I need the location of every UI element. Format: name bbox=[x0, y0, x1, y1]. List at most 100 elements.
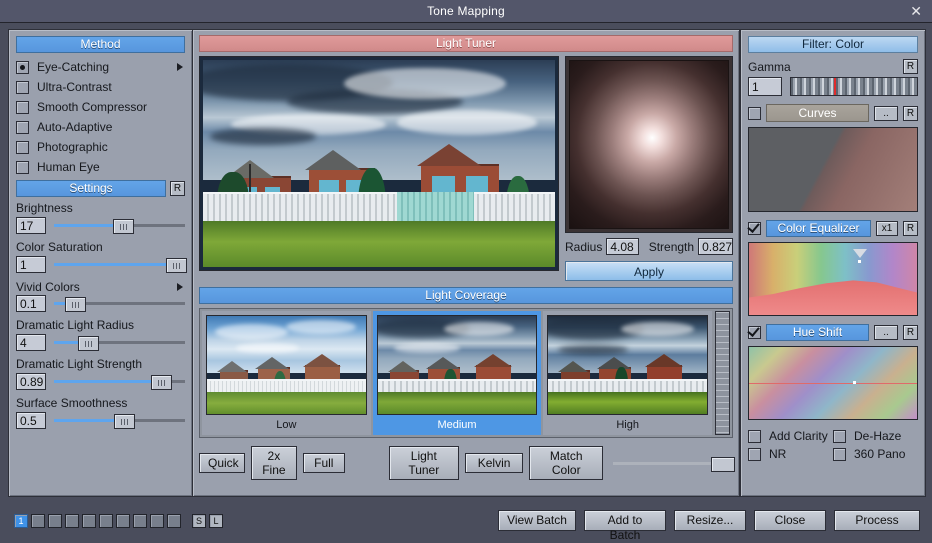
page-box[interactable] bbox=[48, 514, 62, 528]
strength-input[interactable]: 0.827 bbox=[698, 238, 733, 255]
chevron-right-icon[interactable] bbox=[177, 283, 183, 291]
window-body: Method Eye-Catching Ultra-Contrast Smoot… bbox=[0, 23, 932, 501]
curves-graph[interactable] bbox=[748, 127, 918, 212]
page-box[interactable] bbox=[82, 514, 96, 528]
full-button[interactable]: Full bbox=[302, 453, 345, 473]
checkbox-icon[interactable] bbox=[16, 100, 29, 114]
quick-button[interactable]: Quick bbox=[199, 453, 245, 473]
setting-slider[interactable] bbox=[54, 295, 185, 312]
setting-slider[interactable] bbox=[54, 217, 185, 234]
setting-color-saturation: Color Saturation 1 bbox=[16, 240, 187, 273]
hue-shift-marker[interactable] bbox=[853, 381, 857, 384]
hue-shift-graph[interactable] bbox=[748, 346, 918, 420]
page-box[interactable] bbox=[116, 514, 130, 528]
hue-shift-reset-button[interactable]: R bbox=[903, 325, 918, 340]
view-batch-button[interactable]: View Batch bbox=[498, 510, 576, 531]
method-item-human-eye[interactable]: Human Eye bbox=[16, 157, 185, 177]
light-tuner-preview[interactable] bbox=[565, 56, 733, 233]
apply-button[interactable]: Apply bbox=[565, 261, 733, 281]
setting-value-input[interactable]: 0.5 bbox=[16, 412, 46, 429]
color-equalizer-graph[interactable] bbox=[748, 242, 918, 316]
main-preview-image[interactable] bbox=[199, 56, 559, 271]
pano-checkbox[interactable] bbox=[833, 447, 846, 461]
setting-slider[interactable] bbox=[54, 256, 187, 273]
method-item-photographic[interactable]: Photographic bbox=[16, 137, 185, 157]
footer-buttons: View Batch Add to Batch Resize... Close … bbox=[498, 510, 920, 542]
radius-input[interactable]: 4.08 bbox=[606, 238, 639, 255]
curves-options-button[interactable]: .. bbox=[874, 105, 898, 121]
setting-value-input[interactable]: 4 bbox=[16, 334, 46, 351]
two-x-fine-button[interactable]: 2x Fine bbox=[251, 446, 297, 480]
de-haze-row[interactable]: De-Haze bbox=[833, 429, 918, 443]
pano-row[interactable]: 360 Pano bbox=[833, 447, 918, 461]
curves-label: Curves bbox=[766, 104, 869, 122]
coverage-scrollbar[interactable] bbox=[715, 311, 730, 435]
hue-shift-options-button[interactable]: .. bbox=[874, 325, 898, 340]
setting-label: Vivid Colors bbox=[16, 280, 80, 294]
checkbox-icon[interactable] bbox=[16, 120, 29, 134]
page-box[interactable] bbox=[167, 514, 181, 528]
light-tuner-header: Light Tuner bbox=[199, 35, 733, 52]
settings-reset-button[interactable]: R bbox=[170, 181, 185, 196]
setting-slider[interactable] bbox=[54, 373, 185, 390]
footer-bar: 1 S L View Batch Add to Batch Resize... … bbox=[0, 503, 932, 543]
nr-row[interactable]: NR bbox=[748, 447, 833, 461]
setting-slider[interactable] bbox=[54, 334, 185, 351]
de-haze-checkbox[interactable] bbox=[833, 429, 846, 443]
zoom-slider[interactable] bbox=[613, 455, 736, 472]
page-box[interactable] bbox=[65, 514, 79, 528]
curves-reset-button[interactable]: R bbox=[903, 105, 918, 121]
method-item-eye-catching[interactable]: Eye-Catching bbox=[16, 57, 185, 77]
page-box[interactable] bbox=[133, 514, 147, 528]
method-item-smooth-compressor[interactable]: Smooth Compressor bbox=[16, 97, 185, 117]
setting-label: Brightness bbox=[16, 201, 73, 215]
setting-value-input[interactable]: 0.89 bbox=[16, 373, 46, 390]
process-button[interactable]: Process bbox=[834, 510, 920, 531]
kelvin-button[interactable]: Kelvin bbox=[464, 453, 524, 473]
setting-label: Dramatic Light Strength bbox=[16, 357, 143, 371]
match-color-button[interactable]: Match Color bbox=[529, 446, 604, 480]
gamma-reset-button[interactable]: R bbox=[903, 59, 918, 74]
color-equalizer-checkbox[interactable] bbox=[748, 222, 761, 235]
radio-icon[interactable] bbox=[16, 60, 29, 74]
method-header: Method bbox=[16, 36, 185, 53]
checkbox-icon[interactable] bbox=[16, 140, 29, 154]
color-equalizer-reset-button[interactable]: R bbox=[903, 221, 918, 236]
light-tuner-button[interactable]: Light Tuner bbox=[388, 446, 459, 480]
setting-value-input[interactable]: 17 bbox=[16, 217, 46, 234]
color-equalizer-multiplier-button[interactable]: x1 bbox=[876, 221, 898, 236]
close-button[interactable]: Close bbox=[754, 510, 826, 531]
close-icon[interactable]: ✕ bbox=[910, 2, 922, 20]
nr-checkbox[interactable] bbox=[748, 447, 761, 461]
color-equalizer-marker[interactable] bbox=[853, 248, 868, 258]
gamma-input[interactable]: 1 bbox=[748, 77, 782, 96]
save-preset-button[interactable]: S bbox=[192, 514, 206, 528]
add-clarity-row[interactable]: Add Clarity bbox=[748, 429, 833, 443]
page-box[interactable]: 1 bbox=[14, 514, 28, 528]
method-item-ultra-contrast[interactable]: Ultra-Contrast bbox=[16, 77, 185, 97]
resize-button[interactable]: Resize... bbox=[674, 510, 746, 531]
hue-shift-checkbox[interactable] bbox=[748, 326, 761, 339]
coverage-thumb-medium[interactable]: Medium bbox=[372, 311, 542, 435]
checkbox-icon[interactable] bbox=[16, 160, 29, 174]
setting-value-input[interactable]: 1 bbox=[16, 256, 46, 273]
pano-label: 360 Pano bbox=[854, 447, 906, 461]
checkbox-icon[interactable] bbox=[16, 80, 29, 94]
setting-vivid-colors: Vivid Colors 0.1 bbox=[16, 279, 185, 312]
settings-sliders: Brightness 17 Color Saturation 1 Vivid C… bbox=[16, 201, 187, 429]
coverage-thumb-low[interactable]: Low bbox=[202, 311, 371, 435]
gamma-gradient-bar[interactable] bbox=[790, 77, 918, 96]
page-box[interactable] bbox=[31, 514, 45, 528]
setting-slider[interactable] bbox=[54, 412, 185, 429]
method-item-auto-adaptive[interactable]: Auto-Adaptive bbox=[16, 117, 185, 137]
setting-value-input[interactable]: 0.1 bbox=[16, 295, 46, 312]
method-item-label: Photographic bbox=[37, 140, 108, 154]
load-preset-button[interactable]: L bbox=[209, 514, 223, 528]
coverage-thumb-high[interactable]: High bbox=[543, 311, 713, 435]
chevron-right-icon[interactable] bbox=[177, 63, 183, 71]
page-box[interactable] bbox=[150, 514, 164, 528]
curves-checkbox[interactable] bbox=[748, 106, 761, 120]
add-to-batch-button[interactable]: Add to Batch bbox=[584, 510, 666, 542]
add-clarity-checkbox[interactable] bbox=[748, 429, 761, 443]
page-box[interactable] bbox=[99, 514, 113, 528]
